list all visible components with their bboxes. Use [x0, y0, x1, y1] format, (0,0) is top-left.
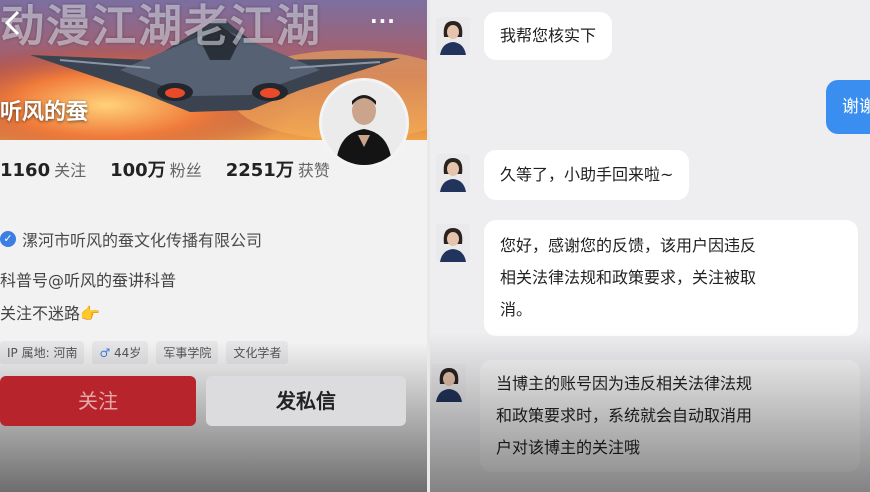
service-agent-avatar-icon	[432, 364, 466, 402]
person-avatar-icon	[322, 81, 406, 165]
pointing-hand-icon: 👉	[80, 304, 100, 323]
bio-line-1: 科普号@听风的蚕讲科普	[0, 271, 177, 290]
agent-avatar	[436, 224, 470, 262]
follow-button[interactable]: 关注	[0, 376, 196, 426]
tag-age: ♂ 44岁	[92, 341, 149, 364]
bio-line-2: 关注不迷路	[0, 304, 81, 323]
agent-avatar	[436, 17, 470, 55]
stat-following-value: 1160	[0, 160, 51, 181]
profile-panel: 动漫江湖老江湖 ... 听风的蚕 1160 关注 100万 粉丝 2251万 获赞 ✓…	[0, 0, 427, 492]
company-name: 漯河市听风的蚕文化传播有限公司	[22, 231, 263, 250]
service-agent-avatar-icon	[436, 154, 470, 192]
verified-badge-icon: ✓	[0, 231, 16, 247]
direct-message-button[interactable]: 发私信	[206, 376, 406, 426]
stat-following[interactable]: 1160 关注	[0, 157, 86, 181]
company-verification: ✓ 漯河市听风的蚕文化传播有限公司	[0, 227, 262, 251]
tag-title: 文化学者	[226, 341, 289, 364]
male-icon: ♂	[99, 346, 115, 360]
stat-following-label: 关注	[54, 161, 87, 180]
stat-likes[interactable]: 2251万 获赞	[226, 156, 330, 182]
chat-message-4: 您好，感谢您的反馈，该用户因违反 相关法律法规和政策要求，关注被取 消。	[484, 220, 858, 336]
more-options-icon[interactable]: ...	[370, 4, 396, 28]
tag-school: 军事学院	[156, 341, 219, 364]
stat-followers-value: 100万	[110, 160, 166, 181]
profile-username: 听风的蚕	[0, 100, 89, 125]
chat-message-5: 当博主的账号因为违反相关法律法规 和政策要求时，系统就会自动取消用 户对该博主的…	[480, 360, 860, 472]
chat-message-3: 久等了，小助手回来啦~	[484, 150, 690, 200]
chat-message-5-line-2: 和政策要求时，系统就会自动取消用	[496, 406, 753, 425]
stat-likes-label: 获赞	[297, 161, 330, 180]
chat-message-4-line-3: 消。	[500, 300, 533, 319]
tag-ip-location: IP 属地: 河南	[0, 341, 85, 364]
stat-followers-label: 粉丝	[169, 161, 202, 180]
chat-message-4-line-2: 相关法律法规和政策要求，关注被取	[500, 268, 757, 287]
service-agent-avatar-icon	[436, 17, 470, 55]
service-agent-avatar-icon	[436, 224, 470, 262]
chat-message-5-line-3: 户对该博主的关注哦	[496, 438, 641, 457]
agent-avatar	[432, 364, 466, 402]
chat-panel: 我帮您核实下 谢谢 久等了，小助手回来啦~ 您好，感谢您的反馈，该用户因违反 相…	[430, 0, 870, 492]
banner-text: 动漫江湖老江湖	[0, 1, 322, 52]
profile-avatar[interactable]	[319, 78, 409, 168]
tag-age-text: 44岁	[114, 346, 142, 360]
chat-message-5-line-1: 当博主的账号因为违反相关法律法规	[496, 374, 753, 393]
stat-likes-value: 2251万	[225, 160, 294, 181]
bio-line-2-wrap: 关注不迷路👉	[0, 300, 100, 324]
agent-avatar	[436, 154, 470, 192]
chat-message-1: 我帮您核实下	[484, 12, 613, 60]
user-message-bubble: 谢谢	[826, 80, 870, 134]
profile-tags: IP 属地: 河南 ♂ 44岁 军事学院 文化学者	[0, 341, 296, 364]
chat-message-4-line-1: 您好，感谢您的反馈，该用户因违反	[500, 236, 757, 255]
stat-followers[interactable]: 100万 粉丝	[110, 156, 202, 182]
profile-stats: 1160 关注 100万 粉丝 2251万 获赞	[0, 156, 354, 182]
back-arrow-icon[interactable]	[2, 8, 24, 38]
